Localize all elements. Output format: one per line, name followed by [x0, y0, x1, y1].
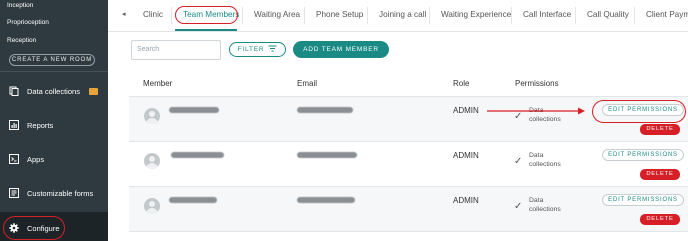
delete-button[interactable]: DELETE: [640, 214, 680, 225]
member-name-redacted: [169, 197, 217, 203]
forms-icon: [9, 188, 19, 198]
table-row: ADMIN ✓ Data collections EDIT PERMISSION…: [129, 142, 688, 187]
tab-divider: [511, 7, 512, 24]
column-header-permissions: Permissions: [515, 79, 559, 88]
data-collections-icon: [9, 86, 19, 96]
tab-divider: [171, 7, 172, 24]
sidebar-divider: [0, 71, 108, 72]
tab-client-payments[interactable]: Client Payme: [646, 10, 688, 19]
tab-divider: [634, 7, 635, 24]
sidebar-item-apps[interactable]: Apps: [0, 149, 108, 169]
role-value: ADMIN: [453, 106, 479, 115]
member-name-redacted: [171, 152, 224, 158]
edit-permissions-button[interactable]: EDIT PERMISSIONS: [602, 194, 684, 206]
filter-button[interactable]: FILTER: [229, 42, 286, 57]
avatar: [144, 153, 160, 169]
search-input[interactable]: Search: [131, 40, 221, 60]
column-header-role: Role: [453, 79, 470, 88]
permission-line: collections: [529, 206, 561, 213]
delete-button[interactable]: DELETE: [640, 169, 680, 180]
avatar: [144, 108, 160, 124]
tab-divider: [367, 7, 368, 24]
tab-divider: [304, 7, 305, 24]
tab-divider: [575, 7, 576, 24]
tab-phone-setup[interactable]: Phone Setup: [316, 10, 363, 19]
avatar: [144, 198, 160, 214]
member-name-redacted: [169, 107, 219, 113]
email-redacted: [297, 107, 353, 113]
reports-icon: [9, 120, 19, 130]
team-members-table: Member Email Role Permissions ADMIN ✓ Da…: [129, 70, 688, 241]
filter-label: FILTER: [237, 46, 265, 53]
active-tab-indicator: [175, 29, 237, 31]
sidebar: Inception Proprioception Reception CREAT…: [0, 0, 108, 241]
tab-clinic[interactable]: Clinic: [143, 10, 163, 19]
table-header: Member Email Role Permissions: [129, 70, 688, 97]
permission-line: collections: [529, 161, 561, 168]
tab-waiting-area[interactable]: Waiting Area: [254, 10, 300, 19]
add-team-member-button[interactable]: ADD TEAM MEMBER: [293, 41, 389, 58]
create-room-button[interactable]: CREATE A NEW ROOM: [9, 54, 95, 66]
sidebar-item-label: Apps: [27, 154, 45, 164]
count-badge: [88, 87, 98, 95]
sidebar-item-reports[interactable]: Reports: [0, 115, 108, 135]
highlight-annotation: [3, 216, 65, 240]
room-item-reception[interactable]: Reception: [7, 37, 36, 44]
column-header-email: Email: [297, 79, 318, 88]
checkmark-icon: ✓: [514, 156, 523, 167]
sidebar-item-label: Reports: [27, 120, 54, 130]
delete-button[interactable]: DELETE: [640, 124, 680, 135]
role-value: ADMIN: [453, 151, 479, 160]
role-value: ADMIN: [453, 196, 479, 205]
email-redacted: [297, 197, 355, 203]
apps-icon: [9, 154, 19, 164]
sidebar-item-label: Data collections: [27, 86, 80, 96]
tab-waiting-experience[interactable]: Waiting Experience: [441, 10, 511, 19]
sidebar-item-label: Customizable forms: [27, 188, 94, 198]
edit-permissions-button[interactable]: EDIT PERMISSIONS: [602, 149, 684, 161]
highlight-annotation: [592, 100, 686, 123]
tabs-scroll-left-icon[interactable]: ◂: [122, 10, 126, 18]
checkmark-icon: ✓: [514, 201, 523, 212]
sidebar-item-customizable-forms[interactable]: Customizable forms: [0, 183, 108, 203]
filter-icon: [268, 45, 277, 54]
tab-call-quality[interactable]: Call Quality: [587, 10, 629, 19]
column-header-member: Member: [143, 79, 173, 88]
tab-divider: [429, 7, 430, 24]
sidebar-item-data-collections[interactable]: Data collections: [0, 81, 108, 101]
table-row: ADMIN ✓ Data collections EDIT PERMISSION…: [129, 187, 688, 232]
tab-joining-a-call[interactable]: Joining a call: [379, 10, 426, 19]
room-item-proprioception[interactable]: Proprioception: [7, 19, 49, 26]
email-redacted: [297, 152, 357, 158]
permission-line: collections: [529, 116, 561, 123]
annotation-arrow-icon: [487, 107, 585, 115]
room-item-inception[interactable]: Inception: [7, 2, 33, 9]
highlight-annotation: [175, 6, 238, 24]
tab-divider: [242, 7, 243, 24]
tab-call-interface[interactable]: Call Interface: [523, 10, 571, 19]
